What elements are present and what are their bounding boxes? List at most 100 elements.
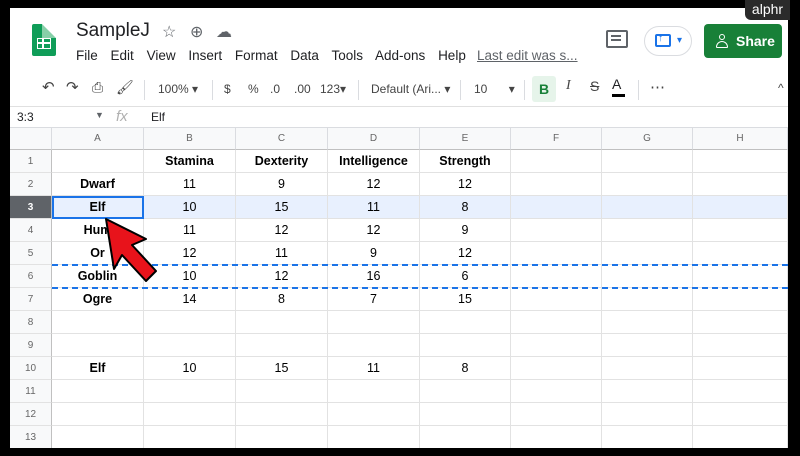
cell-c10[interactable]: 15	[236, 357, 328, 380]
menu-file[interactable]: File	[76, 48, 98, 63]
sheets-logo-icon[interactable]	[32, 24, 56, 56]
cell-b13[interactable]	[144, 426, 236, 448]
cell-d3[interactable]: 11	[328, 196, 420, 219]
percent-format-button[interactable]: %	[248, 82, 259, 96]
decrease-decimal-button[interactable]: .0	[270, 82, 280, 96]
cell-e10[interactable]: 8	[420, 357, 511, 380]
cell-d11[interactable]	[328, 380, 420, 403]
cell-a9[interactable]	[52, 334, 144, 357]
formula-input[interactable]: Elf	[151, 110, 165, 124]
cell-c6[interactable]: 12	[236, 265, 328, 288]
cell-e7[interactable]: 15	[420, 288, 511, 311]
menu-view[interactable]: View	[147, 48, 176, 63]
cell-d1[interactable]: Intelligence	[328, 150, 420, 173]
cell-e12[interactable]	[420, 403, 511, 426]
row-header-11[interactable]: 11	[10, 380, 52, 403]
cell-f10[interactable]	[511, 357, 602, 380]
cell-g7[interactable]	[602, 288, 693, 311]
cell-b11[interactable]	[144, 380, 236, 403]
cell-f12[interactable]	[511, 403, 602, 426]
row-header-13[interactable]: 13	[10, 426, 52, 448]
menu-tools[interactable]: Tools	[331, 48, 363, 63]
cell-g8[interactable]	[602, 311, 693, 334]
cell-a7[interactable]: Ogre	[52, 288, 144, 311]
column-header-h[interactable]: H	[693, 128, 788, 150]
chevron-down-icon[interactable]: ▼	[95, 110, 104, 120]
collapse-menus-icon[interactable]: ^	[778, 81, 784, 95]
cell-g10[interactable]	[602, 357, 693, 380]
cell-b9[interactable]	[144, 334, 236, 357]
cell-e3[interactable]: 8	[420, 196, 511, 219]
cell-e4[interactable]: 9	[420, 219, 511, 242]
cell-c2[interactable]: 9	[236, 173, 328, 196]
column-header-c[interactable]: C	[236, 128, 328, 150]
text-color-button[interactable]: A	[612, 76, 626, 97]
cell-c4[interactable]: 12	[236, 219, 328, 242]
cell-g6[interactable]	[602, 265, 693, 288]
name-box[interactable]: 3:3	[17, 110, 34, 124]
cell-e5[interactable]: 12	[420, 242, 511, 265]
cell-h7[interactable]	[693, 288, 788, 311]
redo-icon[interactable]: ↷	[66, 78, 79, 96]
cell-e9[interactable]	[420, 334, 511, 357]
cell-f13[interactable]	[511, 426, 602, 448]
cell-d2[interactable]: 12	[328, 173, 420, 196]
select-all-corner[interactable]	[10, 128, 52, 150]
cell-f8[interactable]	[511, 311, 602, 334]
cell-g5[interactable]	[602, 242, 693, 265]
cell-e8[interactable]	[420, 311, 511, 334]
cell-f9[interactable]	[511, 334, 602, 357]
cell-b7[interactable]: 14	[144, 288, 236, 311]
cell-h4[interactable]	[693, 219, 788, 242]
column-header-d[interactable]: D	[328, 128, 420, 150]
row-header-12[interactable]: 12	[10, 403, 52, 426]
row-header-8[interactable]: 8	[10, 311, 52, 334]
cell-h1[interactable]	[693, 150, 788, 173]
row-header-9[interactable]: 9	[10, 334, 52, 357]
cell-c11[interactable]	[236, 380, 328, 403]
cell-d8[interactable]	[328, 311, 420, 334]
cell-h6[interactable]	[693, 265, 788, 288]
cell-e1[interactable]: Strength	[420, 150, 511, 173]
cell-d9[interactable]	[328, 334, 420, 357]
italic-button[interactable]: I	[566, 78, 571, 94]
row-header-1[interactable]: 1	[10, 150, 52, 173]
cell-c13[interactable]	[236, 426, 328, 448]
cell-a11[interactable]	[52, 380, 144, 403]
cell-f1[interactable]	[511, 150, 602, 173]
cell-g11[interactable]	[602, 380, 693, 403]
cell-d5[interactable]: 9	[328, 242, 420, 265]
more-options-icon[interactable]: ⋯	[650, 78, 665, 96]
cell-f5[interactable]	[511, 242, 602, 265]
font-family-select[interactable]: Default (Ari... ▾	[371, 82, 450, 96]
cell-d13[interactable]	[328, 426, 420, 448]
cell-c9[interactable]	[236, 334, 328, 357]
column-header-f[interactable]: F	[511, 128, 602, 150]
cell-h5[interactable]	[693, 242, 788, 265]
cell-g2[interactable]	[602, 173, 693, 196]
cell-c8[interactable]	[236, 311, 328, 334]
print-icon[interactable]: ⎙	[92, 79, 103, 96]
cell-a8[interactable]	[52, 311, 144, 334]
cell-h12[interactable]	[693, 403, 788, 426]
present-button[interactable]: ▾	[644, 26, 692, 56]
menu-data[interactable]: Data	[290, 48, 319, 63]
cell-c1[interactable]: Dexterity	[236, 150, 328, 173]
strikethrough-button[interactable]: S	[590, 78, 599, 94]
column-header-g[interactable]: G	[602, 128, 693, 150]
cell-c12[interactable]	[236, 403, 328, 426]
row-header-10[interactable]: 10	[10, 357, 52, 380]
cell-c3[interactable]: 15	[236, 196, 328, 219]
cell-b10[interactable]: 10	[144, 357, 236, 380]
cell-a1[interactable]	[52, 150, 144, 173]
cell-d7[interactable]: 7	[328, 288, 420, 311]
column-header-a[interactable]: A	[52, 128, 144, 150]
cell-f3[interactable]	[511, 196, 602, 219]
bold-button[interactable]: B	[532, 76, 556, 102]
cell-h2[interactable]	[693, 173, 788, 196]
cell-f2[interactable]	[511, 173, 602, 196]
cell-a13[interactable]	[52, 426, 144, 448]
zoom-select[interactable]: 100% ▾	[158, 82, 198, 96]
cell-h3[interactable]	[693, 196, 788, 219]
cell-e2[interactable]: 12	[420, 173, 511, 196]
